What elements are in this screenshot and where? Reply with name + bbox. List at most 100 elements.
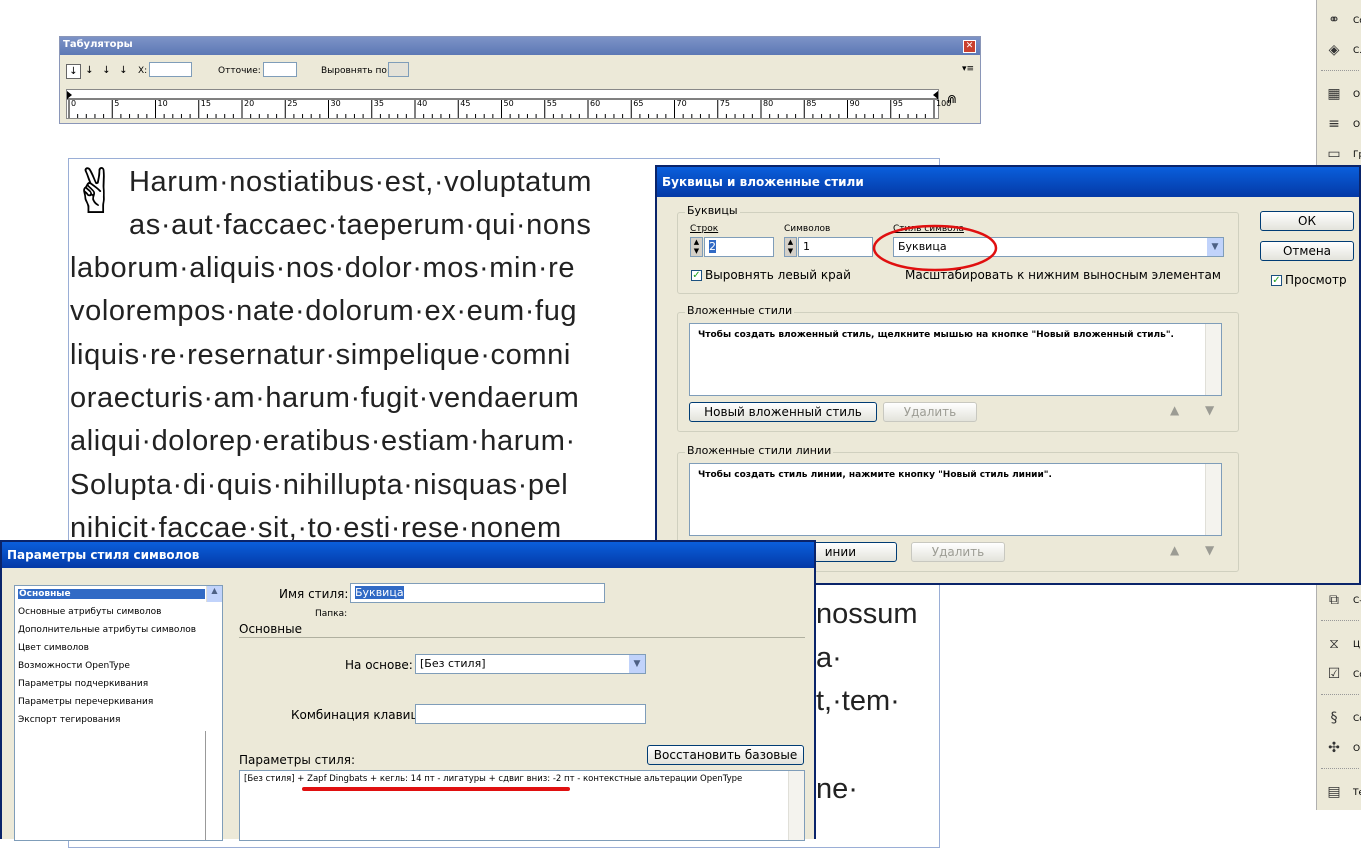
category-item[interactable]: Дополнительные атрибуты символов (18, 625, 196, 635)
panel-label-1[interactable]: С... (1353, 46, 1361, 56)
red-underline-annotation (302, 787, 570, 791)
reset-base-button[interactable]: Восстановить базовые (647, 745, 804, 765)
category-item[interactable]: Цвет символов (18, 643, 89, 653)
category-item[interactable]: Параметры подчеркивания (18, 679, 148, 689)
line-styles-group-label: Вложенные стили линии (685, 444, 834, 457)
lines-value: 2 (709, 240, 716, 253)
new-nested-style-button[interactable]: Новый вложенный стиль (689, 402, 877, 422)
nested-scrollbar[interactable] (1205, 324, 1221, 395)
lines-label: Строк (690, 224, 719, 234)
magnet-icon[interactable]: ⋒ (947, 92, 957, 106)
panel-label-5[interactable]: С- (1353, 596, 1361, 606)
plugin-icon[interactable]: ✣ (1325, 740, 1343, 756)
dropcap-glyph: ✌ (70, 155, 122, 228)
gradient-icon[interactable]: ▭ (1325, 146, 1343, 162)
align-left-checkbox[interactable]: ✓ (691, 270, 702, 281)
close-icon[interactable]: ✕ (963, 40, 976, 53)
ruler-label: 40 (417, 99, 428, 108)
based-on-label: На основе: (345, 658, 413, 672)
delete-line-button[interactable]: Удалить (911, 542, 1005, 562)
right-tab-icon[interactable]: ↓ (100, 64, 113, 77)
x-input[interactable] (149, 62, 192, 77)
dropcaps-group-label: Буквицы (685, 204, 740, 217)
summary-scrollbar[interactable] (788, 771, 804, 840)
category-item[interactable]: Основные атрибуты символов (18, 607, 161, 617)
category-item[interactable]: Основные (18, 589, 205, 599)
grid-icon[interactable]: ▤ (1325, 784, 1343, 800)
chevron-down-icon[interactable]: ▼ (1207, 238, 1223, 256)
panel-label-10[interactable]: Те (1353, 788, 1361, 798)
ruler-label: 70 (676, 99, 687, 108)
panel-label-6[interactable]: Ц (1353, 640, 1360, 650)
tab-ruler[interactable]: 0 5 10 15 20 25 30 35 40 45 50 55 60 65 70 75 80 85 90 95 10… (66, 89, 951, 119)
palette-menu-icon[interactable]: ▾≡ (962, 64, 974, 74)
link-icon[interactable]: ⚭ (1325, 12, 1343, 28)
checkbox-icon[interactable]: ☑ (1325, 666, 1343, 682)
category-item[interactable]: Экспорт тегирования (18, 715, 120, 725)
tabs-palette: Табуляторы ✕ ↓ ↓ ↓ ↓ X: Отточие: Выровня… (59, 36, 981, 124)
cancel-button[interactable]: Отмена (1260, 241, 1354, 261)
nested-styles-list[interactable]: Чтобы создать вложенный стиль, щелкните … (689, 323, 1222, 396)
ruler-label: 20 (244, 99, 255, 108)
lines-icon[interactable]: ≡ (1325, 116, 1343, 132)
move-down-icon[interactable]: ▼ (1205, 403, 1214, 417)
align-on-input[interactable] (388, 62, 409, 77)
line-styles-list[interactable]: Чтобы создать стиль линии, нажмите кнопк… (689, 463, 1222, 536)
ruler-label: 55 (546, 99, 557, 108)
transform-icon[interactable]: ⧉ (1325, 592, 1343, 608)
hourglass-icon[interactable]: ⧖ (1325, 636, 1343, 652)
chevron-down-icon[interactable]: ▼ (629, 655, 645, 673)
line-styles-hint: Чтобы создать стиль линии, нажмите кнопк… (698, 470, 1052, 480)
line-scrollbar[interactable] (1205, 464, 1221, 535)
char-style-title-bar[interactable]: Параметры стиля символов (2, 542, 814, 568)
ruler-label: 90 (849, 99, 860, 108)
table-icon[interactable]: ▦ (1325, 86, 1343, 102)
ruler-label: 50 (503, 99, 514, 108)
panel-label-9[interactable]: О (1353, 744, 1360, 754)
decimal-tab-icon[interactable]: ↓ (117, 64, 130, 77)
text-fragment-3: t,·tem· (816, 685, 900, 717)
divider (1321, 70, 1359, 71)
based-on-value: [Без стиля] (420, 657, 486, 670)
leader-label: Отточие: (218, 66, 261, 76)
dialog-title-bar[interactable]: Буквицы и вложенные стили (657, 167, 1359, 197)
char-style-dialog: Параметры стиля символов Основные Основн… (0, 540, 816, 841)
ruler-label: 5 (114, 99, 120, 108)
panel-label-2[interactable]: О (1353, 90, 1360, 100)
chars-input[interactable]: 1 (798, 237, 873, 257)
panel-label-8[interactable]: Сс (1353, 714, 1361, 724)
layers-icon[interactable]: ◈ (1325, 42, 1343, 58)
panel-label-0[interactable]: Co (1353, 16, 1361, 26)
category-item[interactable]: Параметры перечеркивания (18, 697, 153, 707)
center-tab-icon[interactable]: ↓ (83, 64, 96, 77)
panel-label-3[interactable]: О (1353, 120, 1360, 130)
scroll-up-icon[interactable]: ▲ (206, 586, 222, 602)
script-icon[interactable]: § (1325, 710, 1343, 726)
delete-nested-button[interactable]: Удалить (883, 402, 977, 422)
shortcut-input[interactable] (415, 704, 646, 724)
divider (1321, 768, 1359, 769)
line-move-up-icon[interactable]: ▲ (1170, 543, 1179, 557)
preview-checkbox[interactable]: ✓ (1271, 275, 1282, 286)
ok-button[interactable]: ОК (1260, 211, 1354, 231)
line-move-down-icon[interactable]: ▼ (1205, 543, 1214, 557)
text-line: laborum·aliquis·nos·dolor·mos·min·re (70, 252, 576, 284)
lines-spinner[interactable]: ▲ ▼ (690, 237, 703, 257)
based-on-select[interactable]: [Без стиля] ▼ (415, 654, 646, 674)
lines-input[interactable]: 2 (704, 237, 774, 257)
align-on-label: Выровнять по: (321, 66, 390, 76)
chars-spinner[interactable]: ▲ ▼ (784, 237, 797, 257)
ruler-label: 60 (590, 99, 601, 108)
red-ellipse-annotation (872, 224, 998, 272)
panel-label-7[interactable]: Со (1353, 670, 1361, 680)
nested-styles-hint: Чтобы создать вложенный стиль, щелкните … (698, 330, 1174, 340)
tabs-title-bar[interactable]: Табуляторы ✕ (60, 37, 980, 55)
leader-input[interactable] (263, 62, 297, 77)
divider (1321, 620, 1359, 621)
move-up-icon[interactable]: ▲ (1170, 403, 1179, 417)
left-tab-icon[interactable]: ↓ (66, 64, 81, 79)
category-item[interactable]: Возможности OpenType (18, 661, 130, 671)
category-list[interactable]: Основные Основные атрибуты символов Допо… (14, 585, 223, 841)
style-name-input[interactable]: Буквица (350, 583, 605, 603)
panel-label-4[interactable]: Гр (1353, 150, 1361, 160)
